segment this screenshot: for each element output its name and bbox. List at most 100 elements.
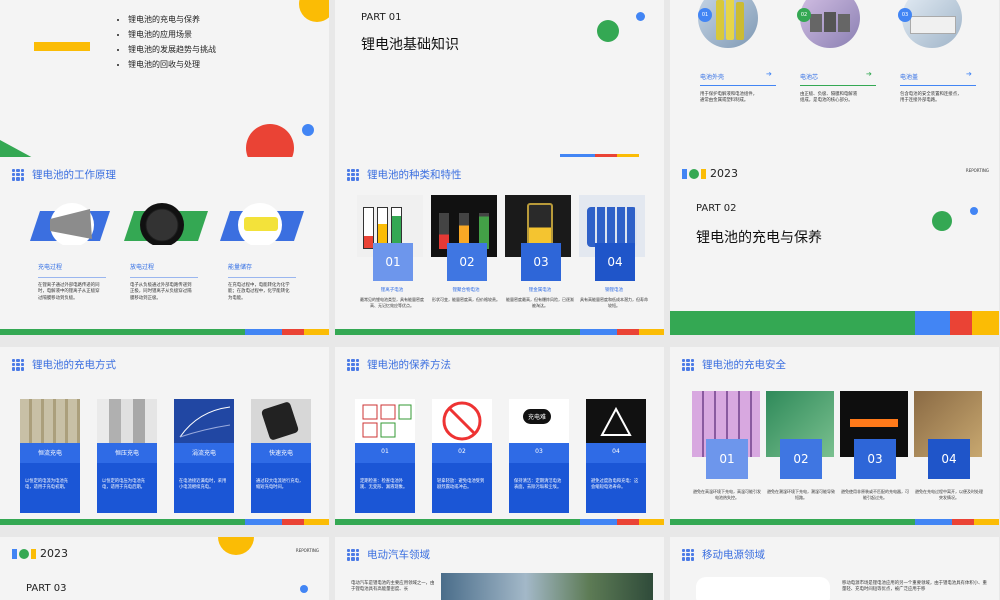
deco-blue-dot xyxy=(302,124,314,136)
slide-header: 电动汽车领域 xyxy=(347,547,430,562)
maintenance-photo-3: 充电难 xyxy=(509,399,569,443)
grid-icon xyxy=(12,358,24,371)
divider xyxy=(130,277,198,278)
safety-text-3: 避免使用非原装或不匹配的充电器，可能引起过充。 xyxy=(841,489,909,500)
slide-3-battery-structure[interactable]: 01 电池外壳 ➔ 用于保护电解液和电池组件，通常由金属或塑料制成。 02 电池… xyxy=(670,0,999,178)
deco-blue-dot xyxy=(970,207,978,215)
slide-header: 锂电池的工作原理 xyxy=(12,167,116,182)
grid-icon xyxy=(682,548,694,561)
bottom-color-bar xyxy=(0,519,329,525)
slide-12-power-bank-field[interactable]: 移动电源领域 移动电源市场是锂电池应用的另一个重要领域，由于锂电池具有体积小、重… xyxy=(670,537,999,600)
part-label: PART 01 xyxy=(361,12,402,23)
year-label: 2023 xyxy=(40,547,68,560)
type-text-4: 具有高能量密度和低成本潜力，但寿命较短。 xyxy=(580,297,648,308)
slide-header: 锂电池的充电安全 xyxy=(682,357,786,372)
principle-title-2: 放电过程 xyxy=(130,264,155,271)
slide-6-part02[interactable]: 2023 REPORTING PART 02 锂电池的充电与保养 xyxy=(670,157,999,335)
type-text-1: 最常见的锂电池类型，具有能量密度高、无记忆效应等优点。 xyxy=(360,297,424,308)
slide-10-part03[interactable]: 2023 REPORTING PART 03 xyxy=(0,537,329,600)
method-photo-3 xyxy=(174,399,234,443)
principle-title-1: 充电过程 xyxy=(38,264,63,271)
slide-7-charging-methods[interactable]: 锂电池的充电方式 恒流充电 恒压充电 涓流充电 快速充电 以恒定的电流为电池充电… xyxy=(0,347,329,525)
maintenance-text-1: 定期检查：检查电池外观、无变形、漏液现象。 xyxy=(360,479,408,491)
maintenance-photo-2 xyxy=(432,399,492,443)
principle-title-3: 能量储存 xyxy=(228,264,253,271)
type-title-4: 钢锂电池 xyxy=(605,288,623,293)
num-badge-2: 02 xyxy=(797,8,811,22)
safety-text-1: 避免在高温环境下充电，高温可能引发电池热失控。 xyxy=(693,489,761,500)
maintenance-photo-4 xyxy=(586,399,646,443)
bottom-color-bar xyxy=(670,311,999,335)
method-text-2: 以恒定的电压为电池充电，适用于充电后期。 xyxy=(102,479,145,491)
structure-title-1: 电池外壳 xyxy=(700,74,725,81)
maintenance-num-3: 03 xyxy=(535,448,543,455)
slide-title: 锂电池的种类和特性 xyxy=(367,169,462,181)
principle-graphic-2 xyxy=(124,203,208,245)
structure-photo-3 xyxy=(902,0,962,48)
type-num-3: 03 xyxy=(521,243,561,281)
maintenance-text-3: 保持清洁：定期清洁电池表面，去除污垢和尘埃。 xyxy=(514,479,562,491)
grid-icon xyxy=(347,168,359,181)
structure-text-1: 用于保护电解液和电池组件，通常由金属或塑料制成。 xyxy=(700,92,758,104)
slide-title: 锂电池的工作原理 xyxy=(32,169,116,181)
safety-num-2: 02 xyxy=(780,439,822,479)
deco-yellow-circle xyxy=(299,0,329,22)
method-title-4: 快速充电 xyxy=(268,450,293,457)
bottom-color-bar xyxy=(335,329,664,335)
type-text-3: 能量密度最高，但有爆炸风险，已逐渐被淘汰。 xyxy=(506,297,574,308)
power-bank-card xyxy=(696,577,830,600)
method-photo-1 xyxy=(20,399,80,443)
safety-num-3: 03 xyxy=(854,439,896,479)
structure-title-3: 电池盖 xyxy=(900,74,919,81)
slide-header: 锂电池的保养方法 xyxy=(347,357,451,372)
slide-9-charging-safety[interactable]: 锂电池的充电安全 01 02 03 04 避免在高温环境下充电，高温可能引发电池… xyxy=(670,347,999,525)
method-photo-4 xyxy=(251,399,311,443)
charge-sign: 充电难 xyxy=(523,409,552,424)
maintenance-text-4: 避免过度放电和充电：这会缩短电池寿命。 xyxy=(591,479,639,491)
agenda-item: 锂电池的回收与处理 xyxy=(128,57,216,72)
slide-8-maintenance[interactable]: 锂电池的保养方法 充电难 01 02 03 04 定期检查：检查电池外观、无变形… xyxy=(335,347,664,525)
slide-11-ev-field[interactable]: 电动汽车领域 电动汽车是锂电池的主要应用领域之一，由于锂电池具有高能量密度、长 xyxy=(335,537,664,600)
slide-title: 锂电池的保养方法 xyxy=(367,359,451,371)
principle-text-3: 在充电过程中，电能转化为化学能；在放电过程中，化学能转化为电能。 xyxy=(228,283,290,301)
year-label: 2023 xyxy=(710,167,738,180)
maintenance-num-1: 01 xyxy=(381,448,389,455)
safety-text-4: 避免在充电过程中离开，以便及时处理突发情况。 xyxy=(915,489,983,500)
reporting-label: REPORTING xyxy=(295,548,319,553)
maintenance-photo-1 xyxy=(355,399,415,443)
type-num-4: 04 xyxy=(595,243,635,281)
structure-text-3: 包含电池的安全装置和连接点，用于连接外部电路。 xyxy=(900,92,962,104)
num-badge-3: 03 xyxy=(898,8,912,22)
principle-graphic-3 xyxy=(220,203,304,245)
num-badge-1: 01 xyxy=(698,8,712,22)
part-label: PART 03 xyxy=(26,583,67,594)
grid-icon xyxy=(347,358,359,371)
section-title: 锂电池基础知识 xyxy=(361,37,459,53)
divider xyxy=(228,277,296,278)
deco-green-circle xyxy=(932,211,952,231)
bottom-color-bar xyxy=(670,519,999,525)
structure-text-2: 由正极、负极、隔膜和电解液组成，是电池的核心部分。 xyxy=(800,92,858,104)
structure-title-2: 电池芯 xyxy=(800,74,819,81)
ev-text: 电动汽车是锂电池的主要应用领域之一，由于锂电池具有高能量密度、长 xyxy=(351,581,435,593)
agenda-item: 锂电池的应用场景 xyxy=(128,27,216,42)
slide-5-battery-types[interactable]: 锂电池的种类和特性 01 02 03 04 锂离子电池 锂聚合物电池 锂金属电池… xyxy=(335,157,664,335)
ev-photo xyxy=(441,573,653,600)
part-label: PART 02 xyxy=(696,203,737,214)
slide-2-part01[interactable]: PART 01 锂电池基础知识 xyxy=(335,0,664,178)
maintenance-text-2: 轻拿轻放：避免电池受到剧烈震动或冲击。 xyxy=(437,479,485,491)
type-text-2: 形状可变，能量密度高，但价格较贵。 xyxy=(432,297,500,302)
safety-num-1: 01 xyxy=(706,439,748,479)
arrow-icon: ➔ xyxy=(966,70,972,78)
safety-text-2: 避免在潮湿环境下充电，潮湿可能导致短路。 xyxy=(767,489,835,500)
power-bank-text: 移动电源市场是锂电池应用的另一个重要领域，由于锂电池具有体积小、重量轻、充电时间… xyxy=(842,581,987,593)
arrow-icon: ➔ xyxy=(766,70,772,78)
method-text-3: 在电池接近满电时，采用小电流继续充电。 xyxy=(179,479,227,491)
bottom-color-bar xyxy=(0,329,329,335)
agenda-list: 锂电池的充电与保养 锂电池的应用场景 锂电池的发展趋势与挑战 锂电池的回收与处理 xyxy=(118,12,216,72)
slide-4-working-principle[interactable]: 锂电池的工作原理 充电过程 在锂离子通过外部电路传递的同时，电解液中的锂离子从正… xyxy=(0,157,329,335)
type-num-2: 02 xyxy=(447,243,487,281)
slide-1-agenda[interactable]: 锂电池的充电与保养 锂电池的应用场景 锂电池的发展趋势与挑战 锂电池的回收与处理 xyxy=(0,0,329,178)
maintenance-num-2: 02 xyxy=(458,448,466,455)
slide-title: 移动电源领域 xyxy=(702,549,765,561)
